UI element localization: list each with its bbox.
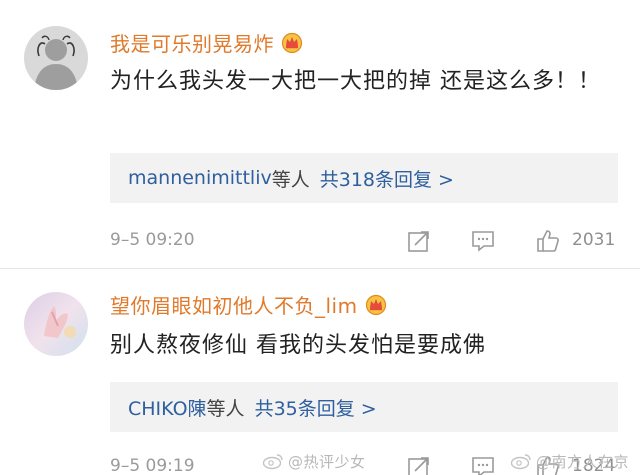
weibo-logo-icon — [262, 454, 283, 470]
crown-badge-icon — [364, 293, 388, 316]
comment-feed: 我是可乐别晃易炸 为什么我头发一大把一大把的掉 还是这么多！！ mannenim… — [0, 0, 640, 475]
like-icon[interactable] — [535, 228, 561, 254]
watermark: @南方人在京 — [510, 448, 629, 474]
comment-meta: 9–5 09:20 2031 — [0, 226, 640, 256]
repost-icon[interactable] — [406, 228, 432, 254]
watermark: @热评少女 — [262, 448, 366, 474]
crown-badge-icon — [280, 31, 304, 54]
reply-suffix: 等人 — [271, 168, 310, 191]
avatar[interactable] — [24, 292, 88, 356]
reply-count-link[interactable]: 共318条回复 > — [320, 165, 454, 192]
comment-icon[interactable] — [470, 454, 496, 475]
watermark-text: @热评少女 — [288, 452, 366, 471]
comment-icon[interactable] — [470, 228, 496, 254]
reply-summary[interactable]: mannenimittliv 等人 共318条回复 > — [110, 153, 618, 203]
timestamp: 9–5 09:19 — [110, 456, 195, 475]
repost-icon[interactable] — [406, 454, 432, 475]
comment-text: 别人熬夜修仙 看我的头发怕是要成佛 — [110, 333, 486, 358]
username-row: 望你眉眼如初他人不负_lim — [110, 290, 388, 318]
reply-users[interactable]: CHIKO陳 — [128, 394, 207, 421]
username-row: 我是可乐别晃易炸 — [110, 28, 304, 56]
weibo-logo-icon — [510, 454, 531, 470]
timestamp: 9–5 09:20 — [110, 230, 195, 250]
avatar[interactable] — [24, 26, 88, 90]
username[interactable]: 望你眉眼如初他人不负_lim — [110, 290, 358, 319]
like-count: 2031 — [572, 230, 616, 250]
reply-count-link[interactable]: 共35条回复 > — [255, 394, 377, 421]
divider — [0, 268, 640, 269]
reply-users[interactable]: mannenimittliv — [128, 167, 272, 189]
comment-text: 为什么我头发一大把一大把的掉 还是这么多！！ — [110, 69, 601, 94]
reply-summary[interactable]: CHIKO陳 等人 共35条回复 > — [110, 382, 618, 432]
username[interactable]: 我是可乐别晃易炸 — [110, 28, 274, 57]
pastel-hand-avatar-icon — [24, 292, 88, 356]
reply-suffix: 等人 — [206, 397, 245, 420]
default-gray-avatar-icon — [24, 26, 88, 90]
watermark-text: @南方人在京 — [536, 452, 630, 471]
